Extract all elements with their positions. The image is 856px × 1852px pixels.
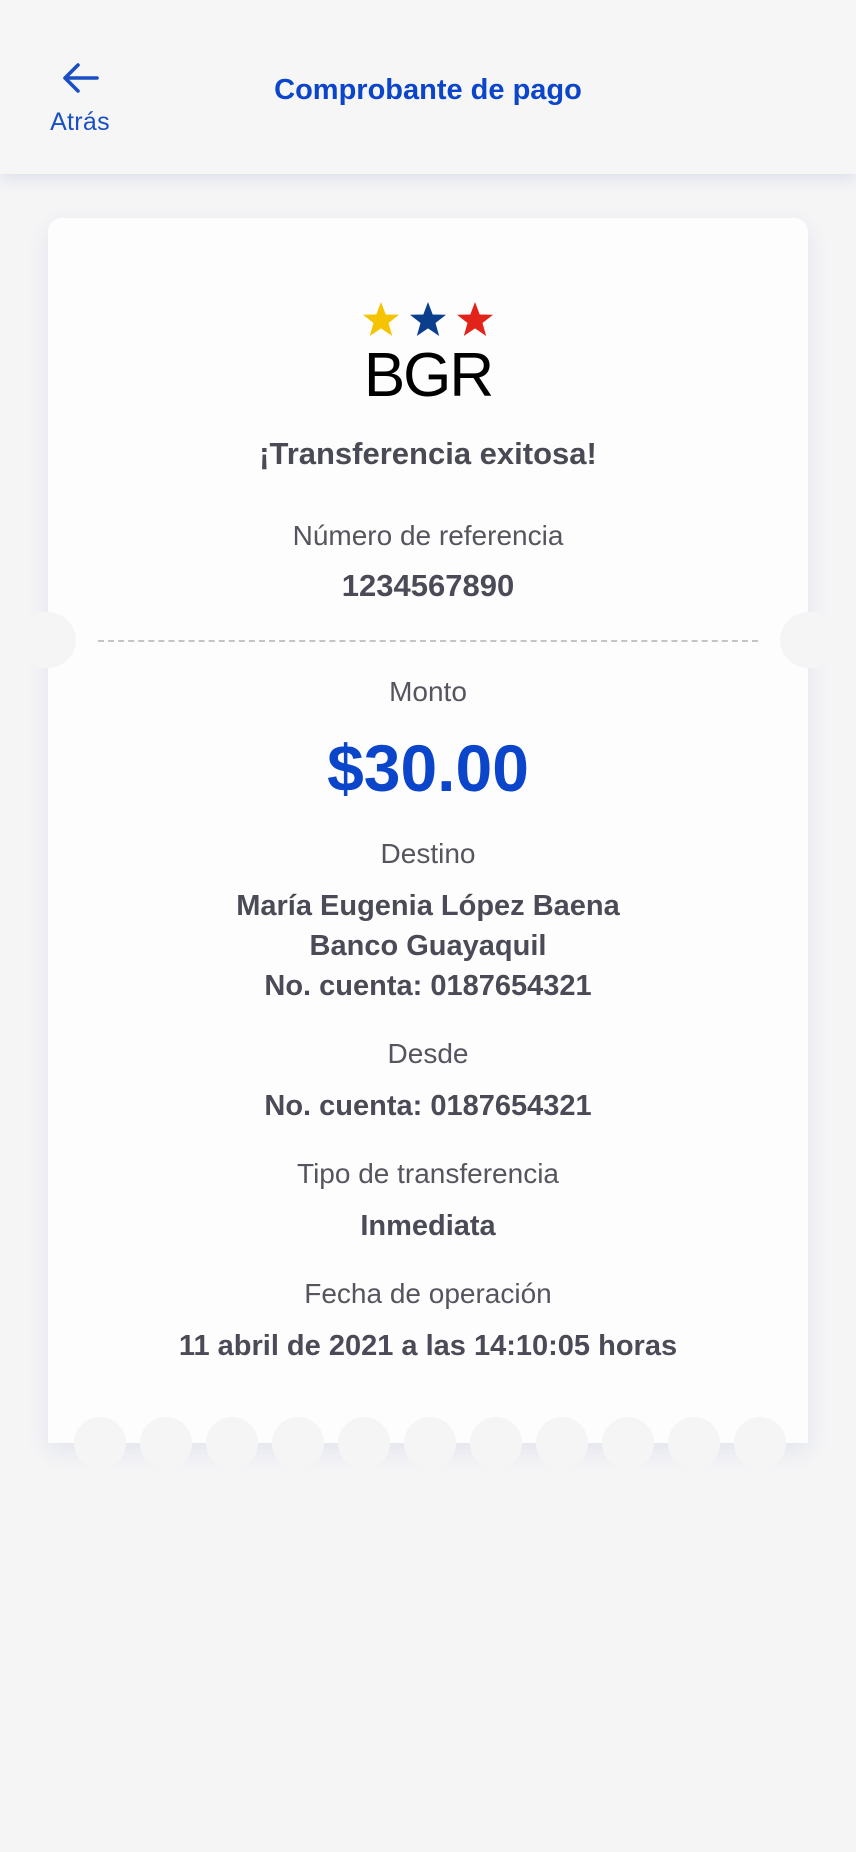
- back-label: Atrás: [50, 108, 110, 136]
- from-label: Desde: [387, 1038, 469, 1069]
- success-message: ¡Transferencia exitosa!: [259, 436, 597, 471]
- top-app-bar: Atrás Comprobante de pago: [0, 0, 856, 174]
- date-value: 11 abril de 2021 a las 14:10:05 horas: [178, 1330, 678, 1362]
- scallop: [734, 1417, 786, 1469]
- bgr-logo: BGR: [48, 300, 808, 405]
- payment-receipt-card: BGR ¡Transferencia exitosa! Número de re…: [20, 218, 836, 1469]
- scallop: [602, 1417, 654, 1469]
- date-label: Fecha de operación: [304, 1278, 552, 1309]
- amount-label: Monto: [389, 676, 467, 707]
- scallop: [668, 1417, 720, 1469]
- destination-label: Destino: [380, 838, 476, 869]
- transfer-type-label: Tipo de transferencia: [297, 1158, 559, 1189]
- reference-label: Número de referencia: [292, 520, 564, 551]
- from-account: No. cuenta: 0187654321: [264, 1090, 592, 1122]
- dashed-divider: [98, 640, 758, 642]
- scallop: [272, 1417, 324, 1469]
- logo-text: BGR: [364, 341, 492, 400]
- ticket-scalloped-edge: [48, 1417, 808, 1469]
- amount-value: $30.00: [327, 731, 529, 805]
- reference-value: 1234567890: [341, 568, 515, 603]
- scallop: [536, 1417, 588, 1469]
- star-icon: [410, 302, 446, 336]
- star-icon: [363, 302, 399, 336]
- scallop: [404, 1417, 456, 1469]
- ticket-notch-right: [780, 612, 836, 668]
- page-title: Comprobante de pago: [274, 74, 582, 106]
- destination-name: María Eugenia López Baena: [236, 890, 620, 922]
- transfer-type-value: Inmediata: [360, 1210, 496, 1242]
- star-icon: [457, 302, 493, 336]
- scallop: [338, 1417, 390, 1469]
- scallop: [470, 1417, 522, 1469]
- scallop: [206, 1417, 258, 1469]
- destination-bank: Banco Guayaquil: [309, 930, 547, 962]
- scallop: [140, 1417, 192, 1469]
- ticket-notch-left: [20, 612, 76, 668]
- scallop: [74, 1417, 126, 1469]
- destination-account: No. cuenta: 0187654321: [264, 970, 592, 1002]
